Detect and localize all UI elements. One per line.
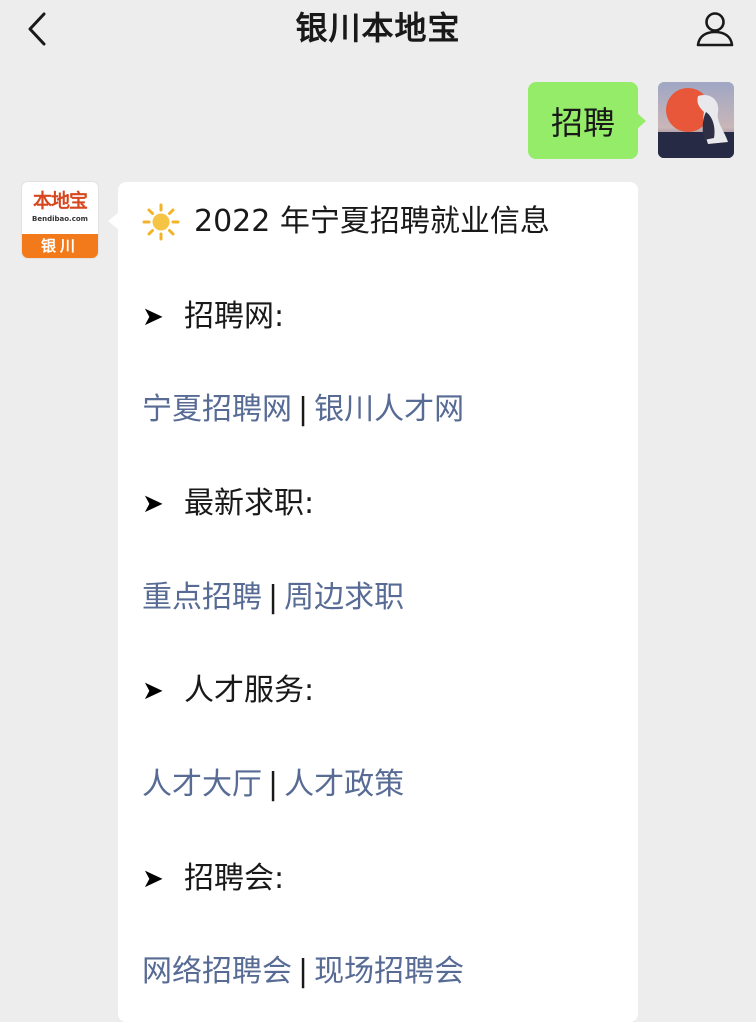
avatar-image — [658, 82, 734, 158]
link-separator: | — [298, 392, 309, 427]
section-heading: ➤ 最新求职: — [142, 484, 314, 524]
link-separator: | — [268, 580, 279, 615]
arrow-icon: ➤ — [142, 489, 164, 519]
sent-message-bubble[interactable]: 招聘 — [528, 82, 638, 159]
sent-bubble-tail — [636, 112, 646, 130]
section-heading-text: 人才服务: — [184, 673, 315, 708]
section-heading-text: 招聘会: — [184, 861, 285, 896]
sent-message-text: 招聘 — [550, 103, 615, 142]
link-yinchuan-talent[interactable]: 银川人才网 — [314, 392, 464, 427]
section-links: 网络招聘会 | 现场招聘会 — [142, 952, 464, 992]
profile-button[interactable] — [692, 6, 738, 52]
chat-header: 银川本地宝 — [0, 0, 756, 74]
avatar-url-text: Bendibao.com — [32, 215, 88, 223]
section-heading-text: 最新求职: — [184, 486, 315, 521]
chat-title: 银川本地宝 — [295, 9, 461, 47]
section-links: 重点招聘 | 周边求职 — [142, 578, 404, 618]
user-icon — [696, 12, 734, 47]
section-links: 人才大厅 | 人才政策 — [142, 765, 404, 805]
reply-title: 2022 年宁夏招聘就业信息 — [194, 204, 550, 239]
link-talent-hall[interactable]: 人才大厅 — [142, 767, 262, 802]
link-separator: | — [268, 767, 279, 802]
section-heading: ➤ 招聘会: — [142, 859, 284, 899]
link-key-recruitment[interactable]: 重点招聘 — [142, 580, 262, 615]
link-nearby-jobs[interactable]: 周边求职 — [284, 580, 404, 615]
section-links: 宁夏招聘网 | 银川人才网 — [142, 390, 464, 430]
link-ningxia-recruitment[interactable]: 宁夏招聘网 — [142, 392, 292, 427]
arrow-icon: ➤ — [142, 302, 164, 332]
arrow-icon: ➤ — [142, 864, 164, 894]
avatar-brand-text: 本地宝 — [32, 190, 88, 212]
section-heading-text: 招聘网: — [184, 299, 285, 334]
sun-icon — [142, 203, 180, 241]
link-online-job-fair[interactable]: 网络招聘会 — [142, 954, 292, 989]
link-talent-policy[interactable]: 人才政策 — [284, 767, 404, 802]
section-heading: ➤ 招聘网: — [142, 297, 284, 337]
official-account-avatar[interactable]: 本地宝 Bendibao.com 银川 — [22, 182, 98, 258]
arrow-icon: ➤ — [142, 676, 164, 706]
user-avatar[interactable] — [658, 82, 734, 158]
avatar-city-text: 银川 — [22, 234, 98, 258]
reply-title-line: 2022 年宁夏招聘就业信息 — [142, 202, 550, 242]
back-button[interactable] — [14, 6, 60, 52]
link-onsite-job-fair[interactable]: 现场招聘会 — [314, 954, 464, 989]
chevron-left-icon — [28, 12, 46, 46]
section-heading: ➤ 人才服务: — [142, 671, 314, 711]
link-separator: | — [298, 954, 309, 989]
